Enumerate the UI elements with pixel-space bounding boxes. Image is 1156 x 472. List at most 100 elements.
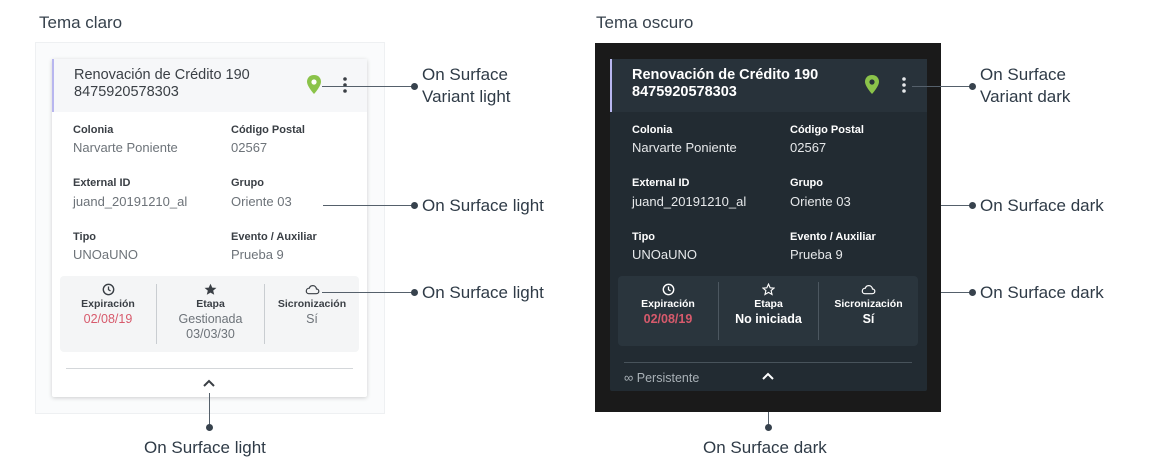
more-options-icon[interactable]	[340, 75, 350, 95]
card-header: Renovación de Crédito 190 8475920578303	[52, 59, 367, 112]
annotation-dot	[969, 202, 976, 209]
postal-code-label: Código Postal	[790, 124, 864, 136]
stage-value-line2: 03/03/30	[186, 327, 235, 341]
annotation-dot	[206, 424, 213, 431]
annotation-light-surface-footer: On Surface light	[422, 283, 544, 302]
annotation-line: Variant light	[422, 87, 511, 106]
card-title: Renovación de Crédito 190 8475920578303	[632, 67, 818, 101]
clock-icon	[662, 283, 674, 296]
postal-code-label: Código Postal	[231, 124, 305, 136]
external-id-label: External ID	[73, 177, 131, 189]
colonia-label: Colonia	[73, 124, 114, 136]
stage-column: Etapa No iniciada	[719, 276, 818, 346]
persistent-indicator: ∞ Persistente	[624, 370, 699, 385]
status-footer: Expiración 02/08/19 Etapa Gestionada 03/…	[60, 276, 359, 352]
annotation-light-variant: On Surface Variant light	[422, 64, 511, 108]
annotation-line: Variant dark	[980, 87, 1071, 106]
cloud-icon	[305, 284, 319, 295]
stage-label: Etapa	[196, 298, 225, 310]
more-options-icon[interactable]	[899, 75, 909, 95]
sync-column: Sicronización Sí	[819, 276, 918, 346]
expiration-column: Expiración 02/08/19	[60, 276, 156, 352]
type-label: Tipo	[73, 231, 97, 243]
annotation-line: On Surface	[980, 65, 1066, 84]
infinity-icon: ∞	[624, 370, 634, 385]
stage-column: Etapa Gestionada 03/03/30	[157, 276, 264, 352]
annotation-leader	[941, 292, 972, 293]
persistent-label: Persistente	[636, 371, 700, 385]
sync-value: Sí	[862, 312, 875, 326]
expiration-label: Expiración	[641, 298, 695, 310]
annotation-dark-surface-bottom: On Surface dark	[703, 438, 827, 457]
postal-code-value: 02567	[231, 140, 268, 155]
event-label: Evento / Auxiliar	[231, 231, 317, 243]
type-value: UNOaUNO	[73, 247, 139, 262]
event-label: Evento / Auxiliar	[790, 231, 876, 243]
expiration-value: 02/08/19	[643, 312, 693, 326]
stage-value: No iniciada	[735, 312, 802, 326]
annotation-dark-surface-footer: On Surface dark	[980, 283, 1104, 302]
card-title-line2: 8475920578303	[74, 84, 179, 100]
type-value: UNOaUNO	[632, 247, 698, 262]
group-label: Grupo	[790, 177, 823, 189]
postal-code-value: 02567	[790, 140, 827, 155]
location-pin-icon[interactable]	[306, 75, 322, 95]
colonia-value: Narvarte Poniente	[632, 140, 737, 155]
event-value: Prueba 9	[231, 247, 284, 262]
expiration-value: 02/08/19	[83, 312, 133, 326]
group-value: Oriente 03	[790, 194, 851, 209]
annotation-dot	[411, 289, 418, 296]
annotation-leader	[941, 205, 972, 206]
annotation-dot	[969, 83, 976, 90]
event-value: Prueba 9	[790, 247, 843, 262]
colonia-value: Narvarte Poniente	[73, 140, 178, 155]
card-title-line1: Renovación de Crédito 190	[74, 67, 250, 83]
expiration-label: Expiración	[81, 298, 135, 310]
card-title-line2: 8475920578303	[632, 84, 737, 100]
sync-label: Sicronización	[834, 298, 903, 310]
annotation-leader	[322, 86, 414, 87]
chevron-up-icon[interactable]	[202, 378, 216, 388]
annotation-dot	[411, 202, 418, 209]
annotation-dark-surface: On Surface dark	[980, 196, 1104, 215]
card-title-line1: Renovación de Crédito 190	[632, 67, 819, 83]
group-value: Oriente 03	[231, 194, 292, 209]
card-header: Renovación de Crédito 190 8475920578303	[610, 59, 927, 112]
dark-theme-title: Tema oscuro	[596, 13, 694, 32]
clock-icon	[102, 283, 114, 296]
annotation-dark-variant: On Surface Variant dark	[980, 64, 1070, 108]
sync-value: Sí	[306, 312, 318, 326]
star-icon	[204, 283, 217, 295]
cloud-icon	[861, 284, 876, 295]
status-footer: Expiración 02/08/19 Etapa No iniciada Si…	[618, 276, 918, 346]
location-pin-icon[interactable]	[864, 75, 880, 95]
annotation-dot	[969, 289, 976, 296]
annotation-leader	[322, 292, 414, 293]
colonia-label: Colonia	[632, 124, 673, 136]
annotation-dot	[765, 424, 772, 431]
external-id-value: juand_20191210_al	[632, 194, 747, 209]
card-divider	[66, 368, 353, 369]
group-label: Grupo	[231, 177, 264, 189]
annotation-dot	[411, 83, 418, 90]
star-outline-icon	[762, 283, 775, 296]
sync-label: Sicronización	[277, 298, 347, 310]
stage-label: Etapa	[754, 298, 783, 310]
expiration-column: Expiración 02/08/19	[618, 276, 718, 346]
card-title: Renovación de Crédito 190 8475920578303	[74, 67, 250, 101]
annotation-line: On Surface	[422, 65, 508, 84]
light-record-card: Renovación de Crédito 190 8475920578303 …	[52, 59, 367, 397]
dark-record-card: Renovación de Crédito 190 8475920578303 …	[610, 59, 927, 391]
card-divider	[624, 362, 912, 363]
sync-column: Sicronización Sí	[265, 276, 359, 352]
annotation-leader	[209, 393, 210, 426]
type-label: Tipo	[632, 231, 656, 243]
annotation-leader	[323, 205, 414, 206]
external-id-value: juand_20191210_al	[73, 194, 188, 209]
light-theme-title: Tema claro	[39, 13, 123, 32]
stage-value-line1: Gestionada	[178, 312, 243, 326]
annotation-light-surface-bottom: On Surface light	[144, 438, 266, 457]
chevron-up-icon[interactable]	[761, 371, 775, 381]
annotation-light-surface: On Surface light	[422, 196, 544, 215]
annotation-leader	[912, 86, 972, 87]
